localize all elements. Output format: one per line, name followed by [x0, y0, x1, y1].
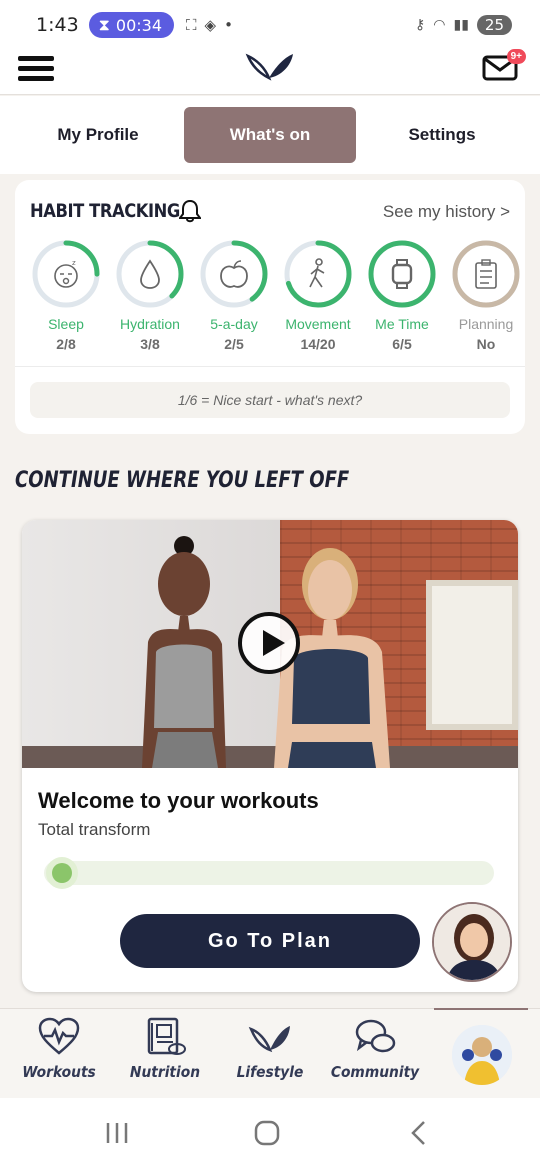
habit-value: 14/20 [300, 336, 336, 352]
habit-5-a-day[interactable]: 5-a-day 2/5 [192, 238, 276, 352]
progress-indicator [46, 857, 78, 889]
back-icon[interactable] [408, 1120, 430, 1146]
timer-value: 00:34 [115, 15, 163, 35]
habit-label: Sleep [48, 316, 84, 332]
habit-label: Planning [458, 316, 514, 332]
go-to-plan-button[interactable]: Go To Plan [120, 914, 420, 968]
habit-label: 5-a-day [210, 316, 258, 332]
tab-settings[interactable]: Settings [356, 107, 528, 163]
workout-subtitle: Total transform [38, 820, 151, 839]
habit-me-time[interactable]: Me Time 6/5 [360, 238, 444, 352]
apple-icon [200, 240, 268, 308]
menu-icon[interactable] [18, 56, 54, 86]
dot-icon: • [224, 16, 233, 34]
workout-title: Welcome to your workouts [38, 788, 319, 813]
nav-workouts[interactable]: Workouts [9, 1017, 109, 1081]
nav-nutrition[interactable]: Nutrition [115, 1017, 215, 1081]
chat-bubbles-icon [355, 1019, 396, 1053]
walking-person-icon [284, 240, 352, 308]
tab-whats-on[interactable]: What's on [184, 107, 356, 163]
nav-community[interactable]: Community [325, 1017, 425, 1081]
mail-badge: 9+ [506, 49, 526, 64]
profile-avatar[interactable] [452, 1025, 512, 1085]
bell-icon[interactable] [179, 199, 201, 223]
status-bar: 1:43 ⧗ 00:34 ⛶ ◈ • ⚷ ◠ ▮▮ 25 [0, 0, 540, 50]
hourglass-icon: ⧗ [98, 15, 110, 34]
workout-video-thumbnail[interactable] [22, 520, 518, 768]
habit-summary: 1/6 = Nice start - what's next? [30, 382, 510, 418]
home-icon[interactable] [254, 1120, 280, 1146]
habit-label: Movement [285, 316, 351, 332]
recipe-book-icon [147, 1017, 186, 1055]
habit-planning[interactable]: Planning No [444, 238, 528, 352]
habit-rings: z Sleep 2/8 Hydration 3/8 5-a-day 2/5 Movement 1… [24, 238, 524, 352]
habit-sleep[interactable]: z Sleep 2/8 [24, 238, 108, 352]
coach-avatar[interactable] [432, 902, 512, 982]
top-tabs: My Profile What's on Settings [0, 96, 540, 174]
water-drop-icon [116, 240, 184, 308]
habit-movement[interactable]: Movement 14/20 [276, 238, 360, 352]
svg-text:z: z [72, 259, 76, 267]
habit-hydration[interactable]: Hydration 3/8 [108, 238, 192, 352]
habit-label: Hydration [120, 316, 180, 332]
wifi-icon: ◠ [433, 17, 446, 33]
nav-community-label: Community [330, 1063, 420, 1081]
bottom-nav: Workouts Nutrition Lifestyle Community [0, 1008, 540, 1098]
sleep-face-icon: z [32, 240, 100, 308]
system-nav-bar [0, 1098, 540, 1170]
divider [15, 366, 525, 367]
habit-tracking-card: HABIT TRACKING See my history > z Sleep 2/… [15, 180, 525, 434]
workout-progress-bar [44, 857, 494, 889]
inbox-button[interactable]: 9+ [482, 49, 526, 83]
workout-card[interactable]: Welcome to your workouts Total transform… [22, 520, 518, 992]
see-history-link[interactable]: See my history > [383, 202, 510, 222]
leaf-logo-icon[interactable] [245, 50, 295, 84]
recent-apps-icon[interactable] [104, 1120, 130, 1146]
continue-section-title: CONTINUE WHERE YOU LEFT OFF [15, 468, 350, 493]
nav-nutrition-label: Nutrition [129, 1063, 201, 1081]
layers-icon: ◈ [204, 16, 217, 34]
profile-avatar-image [452, 1025, 512, 1085]
nav-workouts-label: Workouts [22, 1063, 96, 1081]
status-time: 1:43 [36, 14, 79, 36]
leaf-icon [248, 1026, 290, 1053]
habit-value: 2/5 [224, 336, 244, 352]
habit-label: Me Time [375, 316, 429, 332]
heart-pulse-icon [38, 1017, 80, 1055]
signal-icon: ▮▮ [453, 17, 469, 33]
habit-value: 3/8 [140, 336, 160, 352]
tab-my-profile[interactable]: My Profile [12, 107, 184, 163]
key-icon: ⚷ [415, 17, 426, 33]
nav-active-indicator [434, 1008, 528, 1010]
nav-lifestyle-label: Lifestyle [236, 1063, 304, 1081]
smartwatch-icon [368, 240, 436, 308]
habit-value: No [476, 336, 496, 352]
clipboard-icon [452, 240, 520, 308]
habit-tracking-title: HABIT TRACKING [30, 200, 180, 222]
screen-timer-chip[interactable]: ⧗ 00:34 [88, 12, 175, 38]
battery-indicator: 25 [476, 15, 512, 35]
habit-value: 2/8 [56, 336, 76, 352]
play-video-button[interactable] [238, 612, 300, 674]
nav-lifestyle[interactable]: Lifestyle [220, 1017, 320, 1081]
screenshot-icon: ⛶ [186, 16, 197, 34]
coach-avatar-image [434, 904, 510, 980]
notification-icons: ⛶ ◈ • [186, 16, 233, 34]
app-bar: 9+ [0, 49, 540, 95]
habit-value: 6/5 [392, 336, 412, 352]
system-icons: ⚷ ◠ ▮▮ 25 [415, 15, 512, 35]
